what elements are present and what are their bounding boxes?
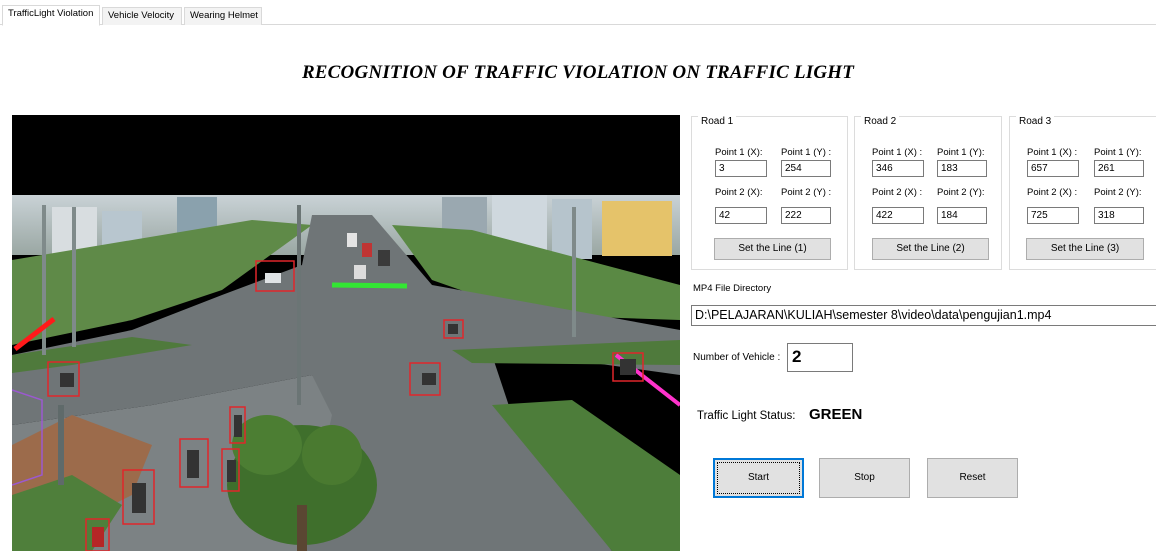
road2-p2y-label: Point 2 (Y):	[937, 187, 985, 198]
traffic-scene	[12, 115, 680, 551]
road2-line	[331, 282, 408, 289]
traffic-light-status-label: Traffic Light Status:	[697, 410, 796, 422]
road3-p2x-input[interactable]: 725	[1027, 207, 1079, 224]
road2-p2x-input[interactable]: 422	[872, 207, 924, 224]
road3-p1y-label: Point 1 (Y):	[1094, 147, 1142, 158]
vehicle-count-label: Number of Vehicle :	[693, 352, 781, 363]
mp4-directory-label: MP4 File Directory	[693, 283, 772, 294]
road1-p1y-input[interactable]: 254	[781, 160, 831, 177]
video-frame	[12, 115, 680, 551]
mp4-directory-input[interactable]: D:\PELAJARAN\KULIAH\semester 8\video\dat…	[691, 305, 1156, 326]
road3-p1x-input[interactable]: 657	[1027, 160, 1079, 177]
start-button[interactable]: Start	[713, 458, 804, 498]
stop-button[interactable]: Stop	[819, 458, 910, 498]
road2-p1x-input[interactable]: 346	[872, 160, 924, 177]
road2-p2x-label: Point 2 (X) :	[872, 187, 923, 198]
set-line-1-button[interactable]: Set the Line (1)	[714, 238, 831, 260]
page-title: RECOGNITION OF TRAFFIC VIOLATION ON TRAF…	[301, 62, 855, 83]
set-line-3-button[interactable]: Set the Line (3)	[1026, 238, 1144, 260]
road3-p2y-label: Point 2 (Y):	[1094, 187, 1142, 198]
road2-p1x-label: Point 1 (X) :	[872, 147, 923, 158]
road1-p2x-input[interactable]: 42	[715, 207, 767, 224]
road3-p1x-label: Point 1 (X) :	[1027, 147, 1078, 158]
vehicle-count-field[interactable]: 2	[787, 343, 853, 372]
road2-group: Road 2 Point 1 (X) : Point 1 (Y): 346 18…	[854, 116, 1002, 270]
road2-p2y-input[interactable]: 184	[937, 207, 987, 224]
road1-p1x-input[interactable]: 3	[715, 160, 767, 177]
road3-group: Road 3 Point 1 (X) : Point 1 (Y): 657 26…	[1009, 116, 1156, 270]
road1-p2y-label: Point 2 (Y) :	[781, 187, 832, 198]
road1-p1x-label: Point 1 (X):	[715, 147, 763, 158]
tab-trafficlight-violation[interactable]: TrafficLight Violation	[2, 5, 100, 26]
road3-p1y-input[interactable]: 261	[1094, 160, 1144, 177]
road1-p1y-label: Point 1 (Y) :	[781, 147, 832, 158]
road1-group: Road 1 Point 1 (X): Point 1 (Y) : 3 254 …	[691, 116, 848, 270]
road3-p2y-input[interactable]: 318	[1094, 207, 1144, 224]
tab-wearing-helmet[interactable]: Wearing Helmet	[184, 7, 262, 25]
road3-p2x-label: Point 2 (X) :	[1027, 187, 1078, 198]
traffic-light-status-value: GREEN	[809, 406, 863, 423]
tab-strip: TrafficLight Violation Vehicle Velocity …	[0, 5, 1156, 26]
road1-p2y-input[interactable]: 222	[781, 207, 831, 224]
set-line-2-button[interactable]: Set the Line (2)	[872, 238, 989, 260]
road2-title: Road 2	[861, 116, 900, 127]
road1-title: Road 1	[698, 116, 737, 127]
reset-button[interactable]: Reset	[927, 458, 1018, 498]
road2-p1y-input[interactable]: 183	[937, 160, 987, 177]
road2-p1y-label: Point 1 (Y):	[937, 147, 985, 158]
tab-vehicle-velocity[interactable]: Vehicle Velocity	[102, 7, 182, 25]
road1-p2x-label: Point 2 (X):	[715, 187, 763, 198]
road3-title: Road 3	[1016, 116, 1055, 127]
